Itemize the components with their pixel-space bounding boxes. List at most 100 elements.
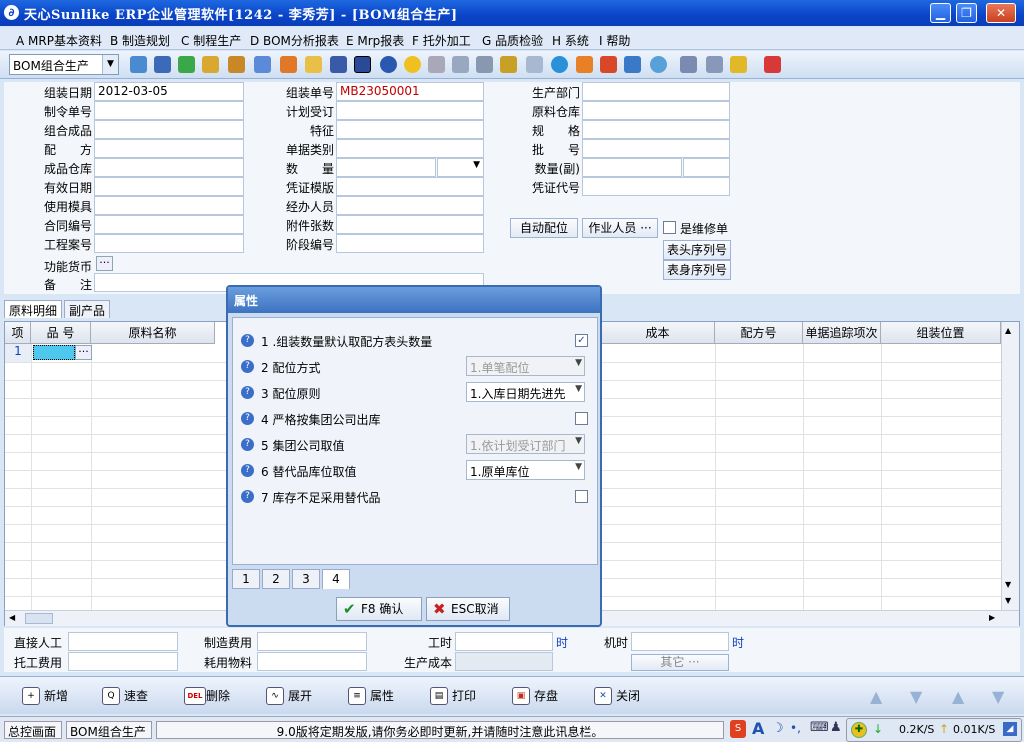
other-button[interactable]: 其它 ··· [631, 654, 729, 671]
func-currency-picker[interactable]: ··· [96, 256, 113, 271]
menu-mrp-report[interactable]: E Mrp报表 [346, 32, 404, 49]
dollar-icon[interactable] [404, 56, 421, 73]
prop-6-select[interactable]: 1.原单库位 ▼ [466, 460, 585, 480]
product-field[interactable] [94, 120, 244, 139]
mold-field[interactable] [94, 196, 244, 215]
feature-field[interactable] [336, 120, 484, 139]
manufacture-fee-field[interactable] [257, 632, 367, 651]
dialog-tab-3[interactable]: 3 [292, 569, 320, 589]
menu-quality[interactable]: G 品质检验 [482, 32, 543, 49]
header-seq-button[interactable]: 表头序列号 [663, 240, 731, 260]
doc-type-field[interactable] [336, 139, 484, 158]
module-combo[interactable]: BOM组合生产 ▼ [9, 54, 119, 75]
tab-material-detail[interactable]: 原料明细 [4, 300, 63, 318]
last-record-icon[interactable]: ▼ [992, 687, 1004, 706]
repair-checkbox[interactable] [663, 221, 676, 234]
calculator-icon[interactable] [476, 56, 493, 73]
help-icon[interactable]: ? [241, 438, 254, 451]
handler-field[interactable] [336, 196, 484, 215]
window-icon[interactable] [680, 56, 697, 73]
attachments-field[interactable] [336, 215, 484, 234]
moon-icon[interactable]: ☽ [772, 721, 784, 736]
user-icon[interactable]: ♟ [830, 720, 842, 735]
assembly-no-field[interactable]: MB23050001 [336, 82, 484, 101]
help-icon[interactable]: ? [241, 360, 254, 373]
machine-hours-field[interactable] [631, 632, 729, 651]
document-icon[interactable] [452, 56, 469, 73]
folder-icon[interactable] [305, 56, 322, 73]
help-icon[interactable]: ? [241, 334, 254, 347]
auto-alloc-button[interactable]: 自动配位 [510, 218, 578, 238]
col-header-trace-item[interactable]: 单据追踪项次 [803, 322, 881, 344]
tree-icon[interactable] [130, 56, 147, 73]
check-icon[interactable] [551, 56, 568, 73]
order-no-field[interactable] [94, 101, 244, 120]
refresh-icon[interactable] [650, 56, 667, 73]
quantity-secondary-unit[interactable] [683, 158, 730, 177]
network-icon[interactable]: ✚ [851, 722, 867, 738]
product-warehouse-field[interactable] [94, 158, 244, 177]
copy-icon[interactable] [526, 56, 543, 73]
maximize-button[interactable]: ❐ [956, 3, 977, 23]
outsource-fee-field[interactable] [68, 652, 178, 671]
col-header-assembly-position[interactable]: 组装位置 [881, 322, 1001, 344]
cancel-button[interactable]: ✖ ESC取消 [426, 597, 510, 621]
help-icon[interactable]: ? [241, 386, 254, 399]
close-window-button[interactable]: ✕ [986, 3, 1016, 23]
col-header-material-name[interactable]: 原料名称 [91, 322, 215, 344]
tray-corner-icon[interactable]: ◢ [1003, 722, 1017, 736]
menu-system[interactable]: H 系统 [552, 32, 589, 49]
group-icon[interactable] [280, 56, 297, 73]
prev-record-icon[interactable]: ▲ [952, 687, 964, 706]
delete-button[interactable]: DEL 删除 [180, 682, 230, 710]
work-hours-field[interactable] [455, 632, 553, 651]
prop-7-checkbox[interactable] [575, 490, 588, 503]
scroll-thumb[interactable] [25, 613, 53, 624]
unit-select[interactable]: ▼ [437, 158, 484, 177]
bell-icon[interactable] [576, 56, 593, 73]
menu-outsource[interactable]: F 托外加工 [412, 32, 471, 49]
prop-1-checkbox[interactable]: ✓ [575, 334, 588, 347]
col-header-cost[interactable]: 成本 [601, 322, 715, 344]
menu-manufacture-plan[interactable]: B 制造规划 [110, 32, 170, 49]
print-button[interactable]: ▤ 打印 [426, 682, 476, 710]
close-icon[interactable] [706, 56, 723, 73]
book-icon[interactable] [330, 56, 347, 73]
scroll-down-icon[interactable]: ▼ [1005, 596, 1011, 605]
formula-field[interactable] [94, 139, 244, 158]
font-icon[interactable]: A [752, 719, 764, 738]
scroll-down-icon[interactable]: ▼ [1005, 580, 1011, 589]
vertical-scrollbar[interactable]: ▲ ▼ ▼ [1001, 322, 1019, 610]
quick-search-button[interactable]: Q 速查 [98, 682, 148, 710]
col-header-item[interactable]: 项 [5, 322, 31, 344]
help-icon[interactable]: ? [241, 464, 254, 477]
help-icon[interactable]: ? [241, 490, 254, 503]
project-no-field[interactable] [94, 234, 244, 253]
archive-icon[interactable] [500, 56, 517, 73]
expand-button[interactable]: ∿ 展开 [262, 682, 312, 710]
prop-3-select[interactable]: 1.入库日期先进先 ▼ [466, 382, 585, 402]
phone-icon[interactable] [178, 56, 195, 73]
close-button[interactable]: ✕ 关闭 [590, 682, 640, 710]
material-warehouse-field[interactable] [582, 101, 730, 120]
menu-mrp-basic[interactable]: A MRP基本资料 [16, 32, 102, 49]
body-seq-button[interactable]: 表身序列号 [663, 260, 731, 280]
ime-icon[interactable]: S [730, 720, 746, 738]
production-dept-field[interactable] [582, 82, 730, 101]
keyboard-icon[interactable]: ⌨ [810, 720, 829, 735]
quantity-field[interactable] [336, 158, 436, 177]
next-record-icon[interactable]: ▼ [910, 687, 922, 706]
cart-icon[interactable] [428, 56, 445, 73]
batch-no-field[interactable] [582, 139, 730, 158]
plan-order-field[interactable] [336, 101, 484, 120]
assembly-date-field[interactable]: 2012-03-05 [94, 82, 244, 101]
tab-byproduct[interactable]: 副产品 [64, 300, 111, 318]
status-module[interactable]: BOM组合生产 [66, 721, 152, 739]
worker-button[interactable]: 作业人员 ··· [582, 218, 658, 238]
part-no-cell-active[interactable] [33, 345, 75, 360]
save-button[interactable]: ▣ 存盘 [508, 682, 558, 710]
voucher-code-field[interactable] [582, 177, 730, 196]
help-icon[interactable] [380, 56, 397, 73]
first-record-icon[interactable]: ▲ [870, 687, 882, 706]
new-button[interactable]: + 新增 [18, 682, 68, 710]
